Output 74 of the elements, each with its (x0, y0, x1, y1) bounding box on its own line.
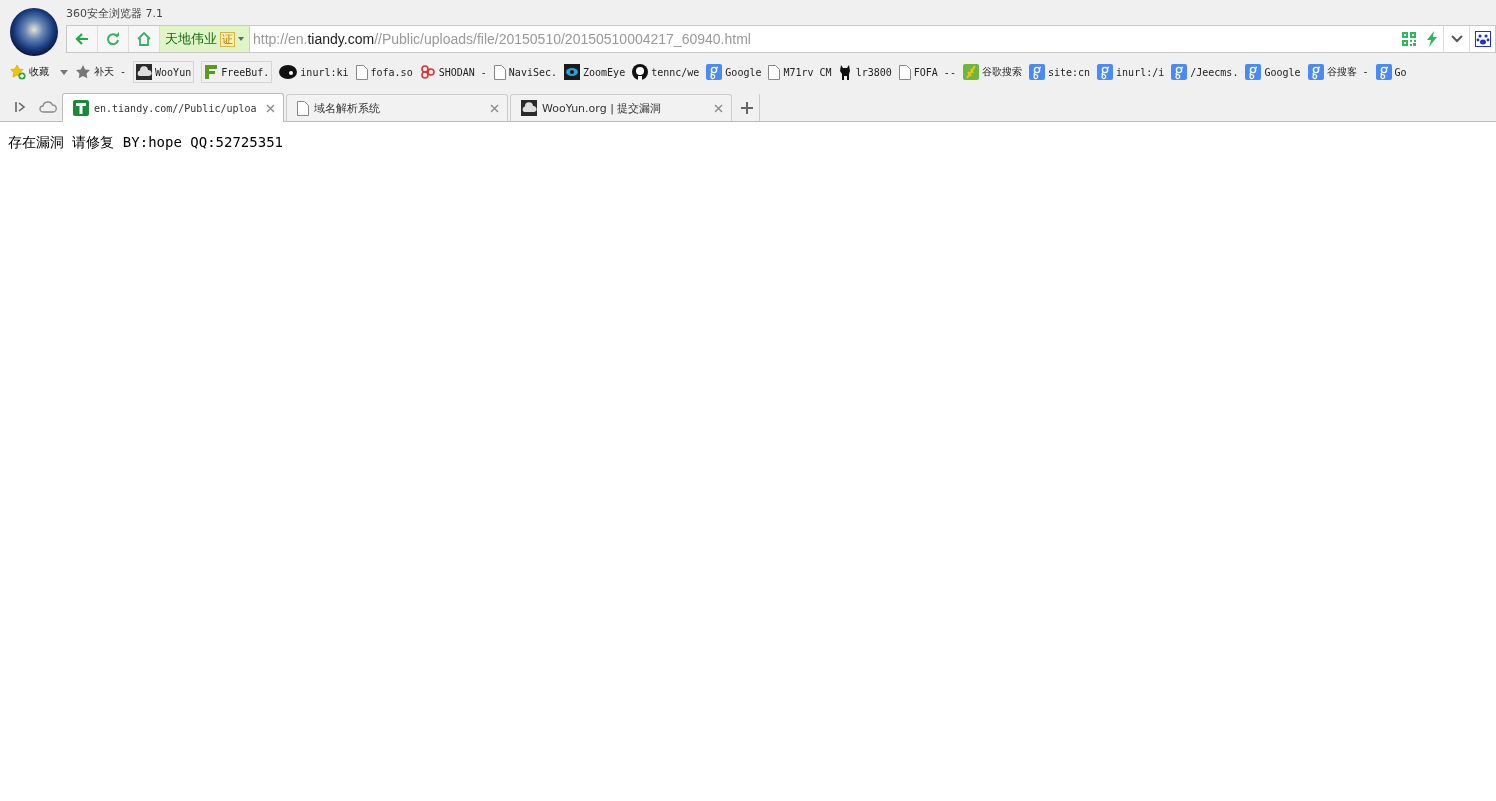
certificate-badge: 证 (220, 31, 235, 47)
bookmark-item[interactable]: FreeBuf. (201, 61, 273, 83)
bookmark-item[interactable]: lr3800 (838, 62, 892, 82)
letter-f-icon (204, 64, 219, 80)
caret-icon (238, 37, 244, 41)
bookmark-item[interactable]: fofa.so (355, 62, 413, 82)
qr-code-icon[interactable] (1402, 32, 1416, 46)
back-button[interactable] (67, 26, 98, 52)
url-text[interactable]: http://en.tiandy.com//Public/uploads/file/20150510/20150510004217_60940.html (253, 31, 1397, 47)
browser-tab[interactable]: 域名解析系统 (286, 94, 508, 121)
refresh-icon (106, 32, 120, 46)
bookmark-item[interactable]: /Jeecms. (1171, 62, 1239, 82)
browser-logo-icon[interactable] (10, 8, 58, 56)
window-title: 360安全浏览器 7.1 (66, 8, 164, 22)
browser-tab[interactable]: en.tiandy.com//Public/uploa (62, 93, 284, 122)
bookmark-item[interactable]: site:cn (1028, 62, 1091, 82)
home-button[interactable] (129, 26, 160, 52)
address-bar[interactable]: 天地伟业 证 http://en.tiandy.com//Public/uploads/file/20150510/20150510004217_60940.html (66, 25, 1496, 53)
bookmark-item[interactable]: tennc/we (632, 62, 700, 82)
google-g-icon (1097, 64, 1114, 80)
cloud-icon (521, 100, 537, 116)
page-text: 存在漏洞 请修复 BY:hope QQ:52725351 (8, 134, 283, 152)
bookmark-item[interactable]: WooYun (133, 61, 195, 83)
star-plus-icon (10, 64, 26, 80)
site-identity-badge[interactable]: 天地伟业 证 (160, 26, 250, 52)
home-icon (136, 31, 152, 47)
sidebar-toggle-icon[interactable] (14, 101, 26, 113)
bookmark-item[interactable]: SHODAN - (419, 62, 487, 82)
google-g-icon (1375, 64, 1392, 80)
document-icon (355, 64, 368, 80)
bookmark-item[interactable]: FOFA -- (898, 62, 956, 82)
octocat-icon (632, 64, 649, 80)
chevron-down-icon (1450, 35, 1463, 43)
bookmark-item[interactable]: 补天 - (75, 62, 127, 82)
plus-icon (740, 101, 753, 114)
document-icon (768, 64, 781, 80)
bookmark-item[interactable]: inurl:/i (1097, 62, 1165, 82)
site-name: 天地伟业 (165, 30, 217, 48)
google-g-icon (1171, 64, 1188, 80)
lightning-icon[interactable] (1426, 31, 1438, 47)
oval-logo-icon (279, 65, 298, 79)
paw-icon (1474, 31, 1491, 47)
letter-t-icon (73, 100, 89, 116)
bookmark-item[interactable]: M71rv CM (768, 62, 832, 82)
arrow-left-icon (74, 31, 90, 47)
document-icon (898, 64, 911, 80)
bookmark-item[interactable]: inurl:ki (279, 62, 349, 82)
refresh-button[interactable] (98, 26, 129, 52)
bookmark-item[interactable]: Go (1375, 62, 1407, 82)
wheat-icon (962, 64, 979, 80)
browser-tab[interactable]: WooYun.org | 提交漏洞 (510, 94, 732, 121)
star-icon (75, 64, 91, 80)
bookmark-item[interactable]: Google (1245, 62, 1301, 82)
cloud-icon[interactable] (39, 101, 57, 113)
close-icon[interactable] (490, 103, 499, 113)
bookmark-item[interactable]: 谷歌搜索 (962, 62, 1022, 82)
bookmark-item[interactable]: NaviSec. (493, 62, 557, 82)
google-g-icon (706, 64, 723, 80)
google-g-icon (1028, 64, 1045, 80)
google-g-icon (1245, 64, 1262, 80)
bookmark-item[interactable]: 谷搜客 - (1307, 62, 1369, 82)
eye-icon (564, 64, 580, 80)
cat-icon (838, 64, 853, 80)
document-icon (493, 64, 506, 80)
close-icon[interactable] (266, 103, 275, 113)
bookmark-item[interactable]: Google (706, 62, 762, 82)
bookmark-item[interactable]: 收藏 (10, 62, 68, 82)
circles-icon (419, 64, 436, 80)
google-g-icon (1307, 64, 1324, 80)
cloud-icon (136, 64, 153, 80)
close-icon[interactable] (714, 103, 723, 113)
caret-icon (60, 69, 68, 75)
document-icon (297, 100, 309, 116)
bookmark-item[interactable]: ZoomEye (564, 62, 626, 82)
